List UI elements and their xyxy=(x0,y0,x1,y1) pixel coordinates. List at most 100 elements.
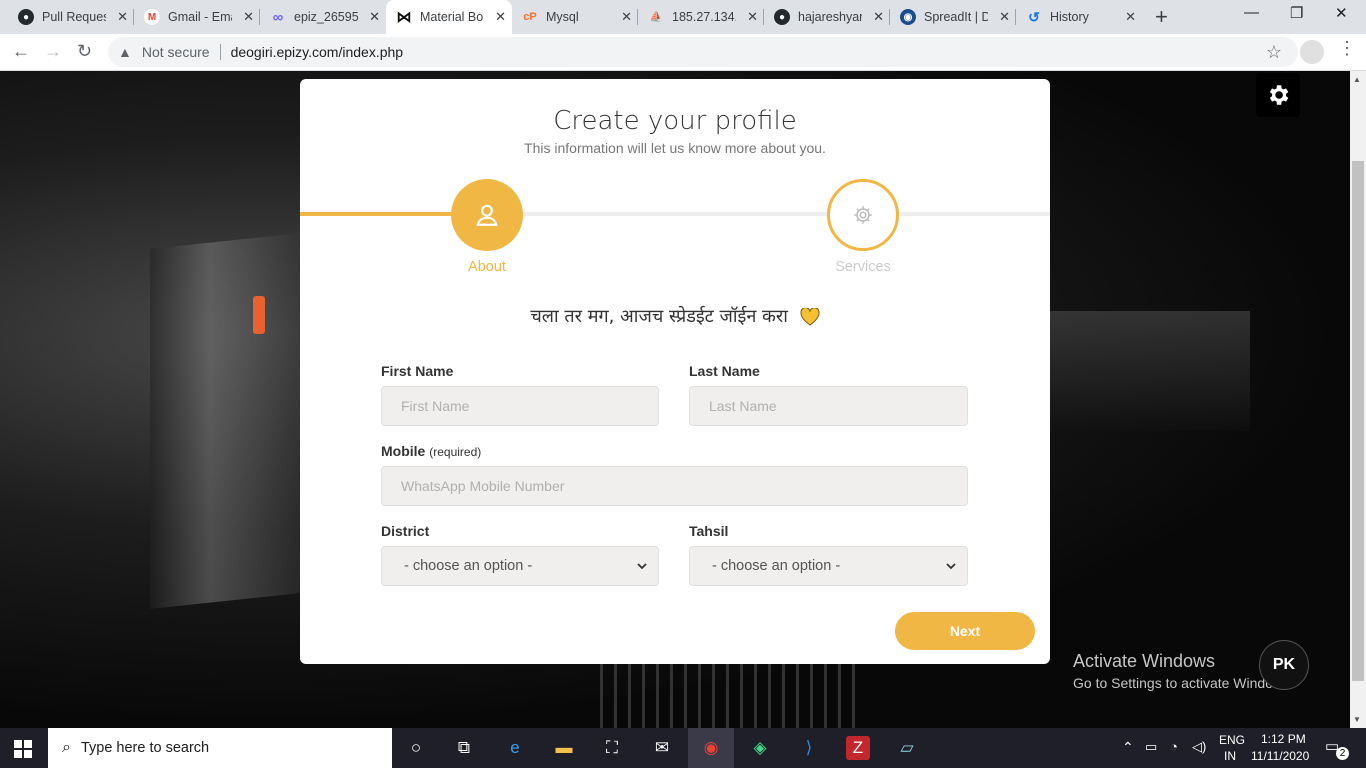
url-text[interactable]: deogiri.epizy.com/index.php xyxy=(231,44,404,60)
wifi-icon[interactable]: ◔ xyxy=(1170,739,1178,754)
user-avatar-badge[interactable]: PK xyxy=(1259,640,1309,690)
github-icon: ● xyxy=(774,9,790,25)
last-name-input[interactable]: Last Name xyxy=(689,386,968,426)
district-selected-value: - choose an option - xyxy=(404,558,533,574)
page-title: Create your profile xyxy=(553,106,797,136)
menu-dots-icon[interactable]: ⋮ xyxy=(1338,38,1356,59)
tab-title: Mysql xyxy=(546,10,579,24)
new-tab-button[interactable]: + xyxy=(1155,4,1168,30)
step-label[interactable]: Services xyxy=(827,259,899,275)
mobile-input[interactable]: WhatsApp Mobile Number xyxy=(381,466,968,506)
settings-gear-button[interactable] xyxy=(1256,73,1300,117)
scrollbar-thumb[interactable] xyxy=(1352,161,1364,681)
close-icon[interactable]: ✕ xyxy=(369,9,380,25)
bookmark-star-icon[interactable]: ☆ xyxy=(1266,42,1282,63)
user-icon xyxy=(476,204,498,226)
back-arrow-icon[interactable]: ← xyxy=(12,41,30,62)
scroll-down-icon[interactable]: ▼ xyxy=(1353,715,1361,724)
tab-epiz[interactable]: ∞ epiz_26595 ✕ xyxy=(260,0,386,34)
settings-icon xyxy=(854,206,872,224)
task-view-icon[interactable]: ⧉ xyxy=(452,736,476,760)
step-about[interactable]: About xyxy=(451,179,523,275)
close-icon[interactable]: ✕ xyxy=(117,9,128,25)
security-status[interactable]: Not secure xyxy=(142,44,210,60)
page-scrollbar[interactable]: ▲ ▼ xyxy=(1350,71,1366,728)
close-icon[interactable]: ✕ xyxy=(999,9,1010,25)
tab-title: hajareshyan xyxy=(798,10,862,24)
step-circle[interactable] xyxy=(451,179,523,251)
scroll-up-icon[interactable]: ▲ xyxy=(1353,75,1361,84)
last-name-placeholder: Last Name xyxy=(709,398,777,414)
close-icon[interactable]: ✕ xyxy=(621,9,632,25)
mobile-placeholder: WhatsApp Mobile Number xyxy=(401,478,565,494)
tab-hajareshyan[interactable]: ● hajareshyan ✕ xyxy=(764,0,890,34)
step-label[interactable]: About xyxy=(451,259,523,275)
gear-icon xyxy=(1269,85,1289,105)
browser-tab-strip: ● Pull Reques ✕ M Gmail - Ema ✕ ∞ epiz_2… xyxy=(0,0,1366,34)
edge-icon[interactable]: e xyxy=(503,736,527,760)
first-name-input[interactable]: First Name xyxy=(381,386,659,426)
store-icon[interactable]: ⛶ xyxy=(600,736,624,760)
divider xyxy=(219,44,221,60)
forward-arrow-icon[interactable]: → xyxy=(44,41,62,62)
close-icon[interactable]: ✕ xyxy=(1125,9,1136,25)
mobile-required-note: (required) xyxy=(429,445,482,459)
gmail-icon: M xyxy=(144,9,160,25)
step-circle[interactable] xyxy=(827,179,899,251)
close-icon[interactable]: ✕ xyxy=(873,9,884,25)
tab-history[interactable]: ↺ History ✕ xyxy=(1016,0,1142,34)
page-subtitle: This information will let us know more a… xyxy=(524,140,826,156)
mail-icon[interactable]: ✉ xyxy=(650,736,674,760)
tahsil-select[interactable]: - choose an option - xyxy=(689,546,968,586)
clock-time[interactable]: 1:12 PM xyxy=(1261,732,1306,746)
chevron-up-icon[interactable]: ⌃ xyxy=(1122,739,1134,756)
tab-pull-requests[interactable]: ● Pull Reques ✕ xyxy=(8,0,134,34)
file-explorer-icon[interactable]: ▬ xyxy=(552,736,576,760)
address-bar[interactable]: ▲ Not secure deogiri.epizy.com/index.php… xyxy=(108,37,1298,67)
tab-phpmyadmin[interactable]: ⛵ 185.27.134. ✕ xyxy=(638,0,764,34)
tab-spreadit[interactable]: ◉ SpreadIt | D ✕ xyxy=(890,0,1016,34)
search-placeholder: Type here to search xyxy=(80,740,210,756)
restore-button[interactable]: ❐ xyxy=(1290,4,1303,22)
chrome-icon[interactable]: ◉ xyxy=(699,736,723,760)
step-services[interactable]: Services xyxy=(827,179,899,275)
district-label: District xyxy=(381,523,430,539)
filezilla-icon[interactable]: Z xyxy=(846,736,870,760)
profile-wizard-card: Create your profile This information wil… xyxy=(300,79,1050,664)
last-name-label: Last Name xyxy=(689,363,760,379)
taskbar-search-box[interactable]: ⌕ Type here to search xyxy=(48,728,392,768)
close-icon[interactable]: ✕ xyxy=(243,9,254,25)
tab-gmail[interactable]: M Gmail - Ema ✕ xyxy=(134,0,260,34)
tahsil-selected-value: - choose an option - xyxy=(712,558,841,574)
tab-title: 185.27.134. xyxy=(672,10,736,24)
android-studio-icon[interactable]: ◈ xyxy=(748,736,772,760)
tab-title: epiz_26595 xyxy=(294,10,358,24)
battery-icon[interactable]: ▭ xyxy=(1145,739,1157,755)
language-region[interactable]: IN xyxy=(1224,749,1236,763)
tab-title: Pull Reques xyxy=(42,10,106,24)
clock-date[interactable]: 11/11/2020 xyxy=(1251,749,1309,763)
profile-avatar-icon[interactable] xyxy=(1300,40,1324,64)
notes-app-icon[interactable]: ▱ xyxy=(895,736,919,760)
reload-icon[interactable]: ↻ xyxy=(77,41,92,62)
minimize-button[interactable]: — xyxy=(1244,4,1259,21)
volume-icon[interactable]: ◁) xyxy=(1192,739,1206,755)
windows-start-icon[interactable] xyxy=(14,740,32,758)
mobile-label-text: Mobile xyxy=(381,443,426,459)
next-button[interactable]: Next xyxy=(895,612,1035,650)
background-image xyxy=(1050,311,1250,431)
cortana-icon[interactable]: ○ xyxy=(404,736,428,760)
chevron-down-icon xyxy=(637,563,647,570)
search-icon: ⌕ xyxy=(62,739,71,756)
warning-icon[interactable]: ▲ xyxy=(118,44,132,60)
tab-mysql[interactable]: cP Mysql ✕ xyxy=(512,0,638,34)
close-icon[interactable]: ✕ xyxy=(747,9,758,25)
close-icon[interactable]: ✕ xyxy=(495,9,506,25)
tab-title: History xyxy=(1050,10,1089,24)
tab-material-bootstrap[interactable]: ⋈ Material Bo ✕ xyxy=(386,0,512,34)
window-close-button[interactable]: ✕ xyxy=(1335,4,1348,22)
district-select[interactable]: - choose an option - xyxy=(381,546,659,586)
vscode-icon[interactable]: ⟩ xyxy=(797,736,821,760)
language-code[interactable]: ENG xyxy=(1219,733,1245,747)
background-image xyxy=(150,233,300,609)
